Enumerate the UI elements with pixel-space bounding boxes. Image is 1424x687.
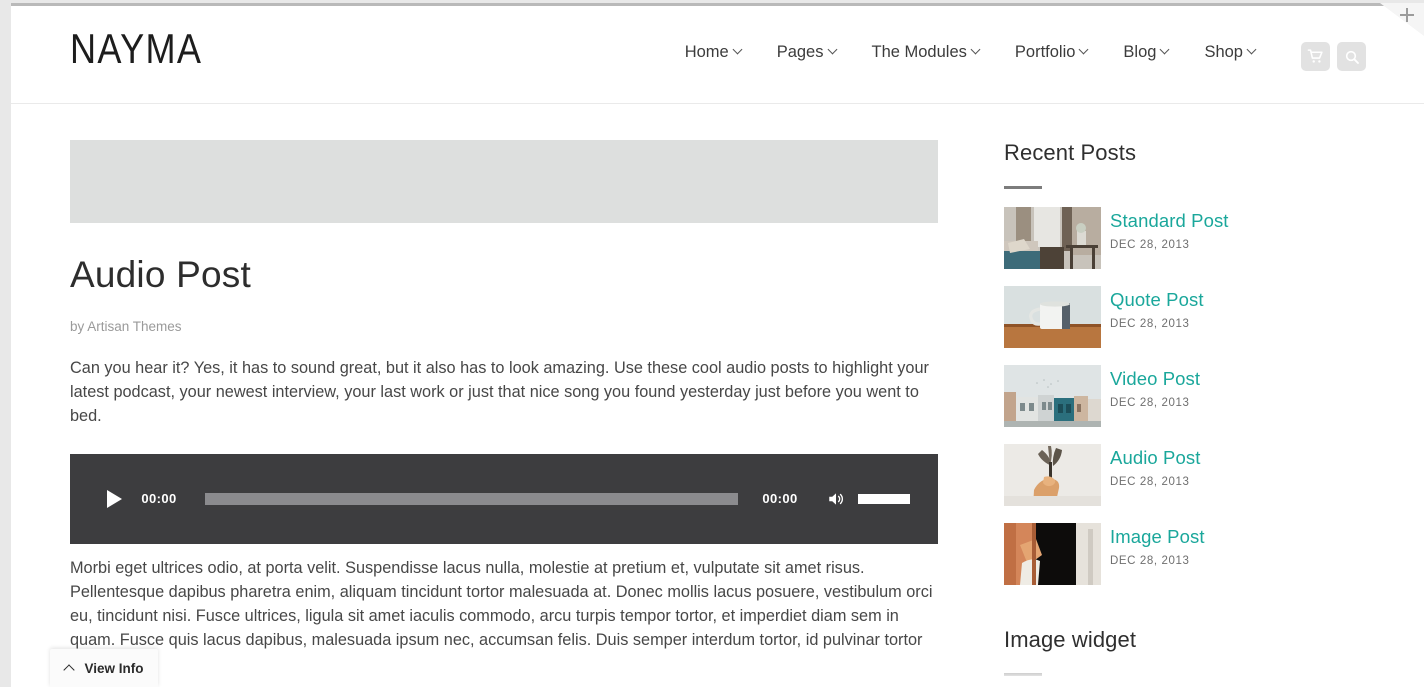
site-header: NAYMA Home Pages The Modules Portfolio B… [11,6,1424,104]
post-info: Video Post DEC 28, 2013 [1101,365,1200,409]
nav-item-the-modules[interactable]: The Modules [855,43,998,62]
post-thumbnail [1004,207,1101,269]
post-author-meta: by Artisan Themes [70,318,182,334]
mute-button[interactable] [826,490,846,508]
nav-item-portfolio[interactable]: Portfolio [998,43,1107,62]
widget-divider [1004,186,1042,189]
widget-image: Image widget [1004,627,1364,676]
duration-label: 00:00 [762,491,798,507]
post-intro-paragraph: Can you hear it? Yes, it has to sound gr… [70,358,929,425]
widget-title: Image widget [1004,627,1137,652]
play-icon [106,489,122,508]
widget-divider [1004,673,1042,676]
featured-image-placeholder [70,140,938,223]
search-icon[interactable] [1337,42,1366,71]
cart-icon[interactable] [1301,42,1330,71]
chevron-down-icon [1161,46,1170,55]
nav-label: Home [684,43,729,61]
plus-icon[interactable] [1400,8,1414,22]
nav-label: Shop [1204,43,1243,61]
chevron-down-icon [1248,46,1257,55]
post-info: Audio Post DEC 28, 2013 [1101,444,1200,488]
post-title-link[interactable]: Audio Post [1110,447,1200,468]
post-date: DEC 28, 2013 [1110,555,1190,568]
current-time-label: 00:00 [141,491,177,507]
post-info: Image Post DEC 28, 2013 [1101,523,1205,567]
list-item[interactable]: Quote Post DEC 28, 2013 [1004,286,1364,348]
volume-slider[interactable] [858,493,910,504]
recent-posts-list: Standard Post DEC 28, 2013 Quote Post DE… [1004,207,1364,585]
page-root: NAYMA Home Pages The Modules Portfolio B… [11,3,1424,687]
post-date: DEC 28, 2013 [1110,239,1190,252]
widget-spacer [1004,602,1364,627]
post-info: Quote Post DEC 28, 2013 [1101,286,1204,330]
list-item[interactable]: Audio Post DEC 28, 2013 [1004,444,1364,506]
view-info-button[interactable]: View Info [50,649,158,687]
sidebar: Recent Posts Standard Post DEC 28, 2013 … [1004,140,1364,676]
view-info-label: View Info [84,660,144,676]
browser-viewport: NAYMA Home Pages The Modules Portfolio B… [0,0,1424,687]
site-logo[interactable]: NAYMA [70,28,202,70]
progress-slider[interactable] [205,492,738,505]
main-column: Audio Post by Artisan Themes Can you hea… [70,140,938,676]
list-item[interactable]: Standard Post DEC 28, 2013 [1004,207,1364,269]
chevron-down-icon [1080,46,1089,55]
chevron-down-icon [829,46,838,55]
widget-title: Recent Posts [1004,140,1137,165]
post-thumbnail [1004,444,1101,506]
header-icon-group [1301,42,1366,71]
play-button[interactable] [102,487,126,511]
post-date: DEC 28, 2013 [1110,476,1190,489]
corner-panel-tab [1380,3,1424,36]
post-title-link[interactable]: Image Post [1110,526,1205,547]
post-info: Standard Post DEC 28, 2013 [1101,207,1229,251]
nav-label: Pages [776,43,824,61]
list-item[interactable]: Video Post DEC 28, 2013 [1004,365,1364,427]
widget-recent-posts: Recent Posts Standard Post DEC 28, 2013 … [1004,140,1364,585]
nav-item-home[interactable]: Home [668,43,760,62]
primary-navigation: Home Pages The Modules Portfolio Blog Sh… [668,43,1274,62]
content-wrapper: Audio Post by Artisan Themes Can you hea… [11,105,1424,687]
nav-label: The Modules [871,43,967,61]
post-title-link[interactable]: Quote Post [1110,289,1204,310]
post-date: DEC 28, 2013 [1110,318,1190,331]
post-title-link[interactable]: Video Post [1110,368,1200,389]
post-title-link[interactable]: Standard Post [1110,210,1229,231]
nav-item-shop[interactable]: Shop [1187,43,1274,62]
nav-label: Portfolio [1014,43,1076,61]
post-body-paragraph: Morbi eget ultrices odio, at porta velit… [70,558,933,673]
chevron-down-icon [734,46,743,55]
audio-player[interactable]: 00:00 00:00 [70,453,938,544]
list-item[interactable]: Image Post DEC 28, 2013 [1004,523,1364,585]
volume-icon [829,493,843,505]
nav-item-pages[interactable]: Pages [760,43,855,62]
nav-label: Blog [1123,43,1157,61]
post-date: DEC 28, 2013 [1110,397,1190,410]
post-thumbnail [1004,286,1101,348]
nav-item-blog[interactable]: Blog [1106,43,1187,62]
post-thumbnail [1004,523,1101,585]
chevron-up-icon [64,663,75,674]
post-thumbnail [1004,365,1101,427]
page-title: Audio Post [70,254,251,295]
chevron-down-icon [972,46,981,55]
